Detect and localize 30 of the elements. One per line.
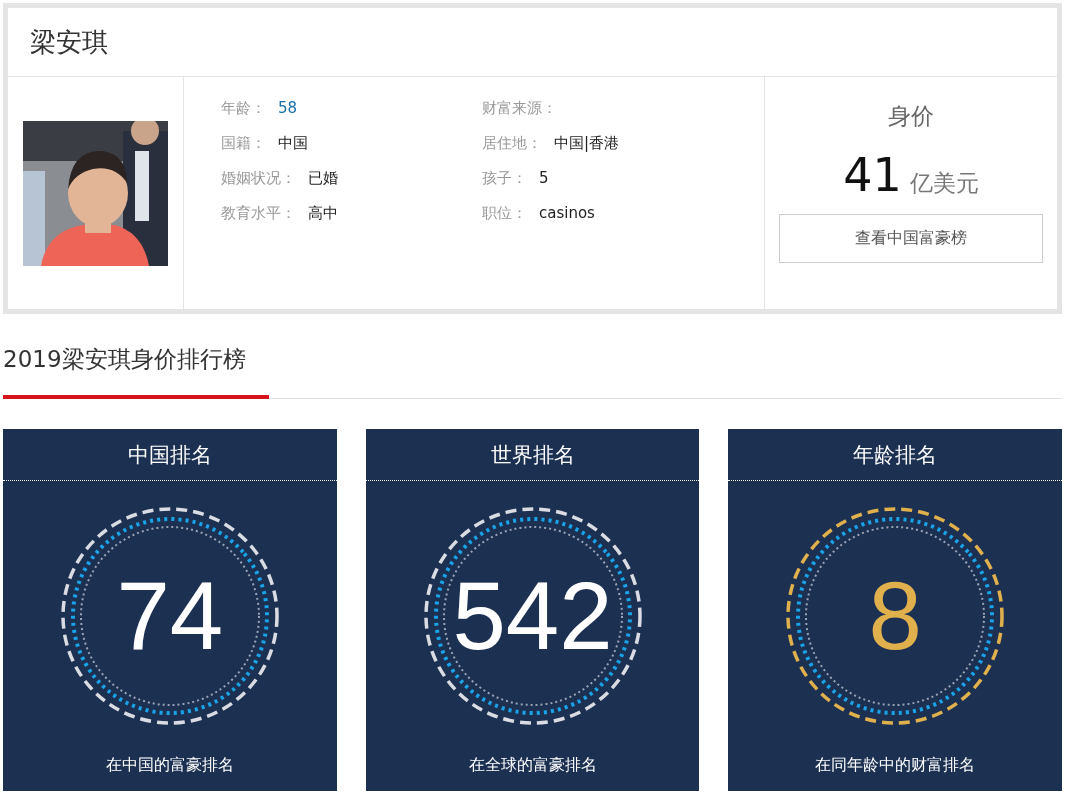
person-name: 梁安琪 [30,25,108,59]
field-label: 国籍： [221,133,266,154]
field-label: 年龄： [221,98,266,119]
field-value: 中国|香港 [554,133,620,154]
section-title: 2019梁安琪身价排行榜 [3,344,269,399]
net-worth-amount: 41 [843,148,902,202]
card-caption: 在中国的富豪排名 [105,755,234,776]
rank-number: 8 [868,568,922,664]
rank-number: 74 [116,568,224,664]
field-value: casinos [539,203,595,224]
field-label: 教育水平： [221,203,296,224]
rank-number: 542 [452,568,613,664]
field-value: 5 [539,168,549,189]
net-worth-label: 身价 [888,102,934,131]
currency-unit: 亿美元 [909,169,979,198]
card-caption: 在全球的富豪排名 [468,755,597,776]
card-title: 年龄排名 [853,441,938,469]
field-label: 职位： [482,203,527,224]
card-title: 中国排名 [127,441,212,469]
field-label: 财富来源： [482,98,557,119]
field-label: 居住地： [482,133,542,154]
field-link[interactable]: 58 [278,97,298,119]
card-caption: 在同年龄中的财富排名 [815,755,976,776]
field-value: 高中 [308,203,338,224]
card-title: 世界排名 [490,441,575,469]
field-value: 中国 [278,133,308,154]
rich-list-button[interactable]: 查看中国富豪榜 [779,214,1043,263]
field-label: 婚姻状况： [221,168,296,189]
field-label: 孩子： [482,168,527,189]
field-value: 已婚 [308,168,338,189]
